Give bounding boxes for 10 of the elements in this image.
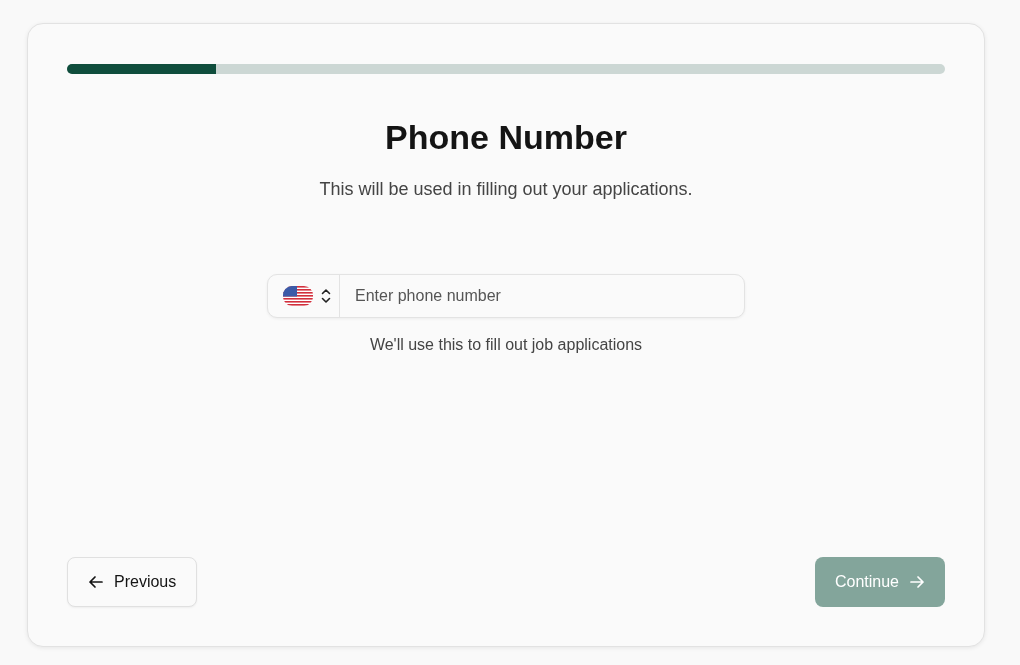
flag-icon <box>283 286 313 306</box>
phone-input[interactable]: Enter phone number <box>340 275 744 317</box>
chevron-updown-icon <box>321 288 331 304</box>
page-title: Phone Number <box>385 118 627 157</box>
arrow-left-icon <box>88 574 104 590</box>
phone-field[interactable]: Enter phone number <box>267 274 745 318</box>
previous-button[interactable]: Previous <box>67 557 198 607</box>
subtitle: This will be used in filling out your applications. <box>319 179 693 200</box>
arrow-right-icon <box>909 574 925 590</box>
hint-text: We'll use this to fill out job applications <box>369 336 643 354</box>
